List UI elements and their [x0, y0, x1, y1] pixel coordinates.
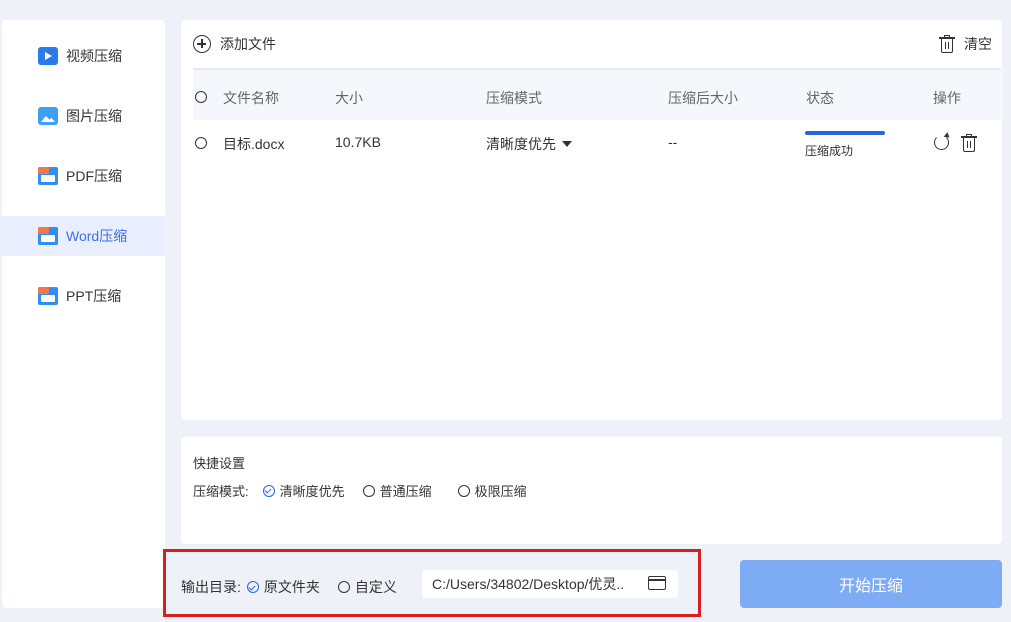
table-row: 目标.docx 10.7KB 清晰度优先 -- 压缩成功: [193, 120, 1001, 166]
sidebar-item-video[interactable]: 视频压缩: [2, 36, 165, 76]
video-icon: [38, 47, 58, 65]
compression-mode-options: 压缩模式: 清晰度优先 普通压缩 极限压缩: [193, 481, 545, 500]
compressed-size: --: [668, 134, 678, 150]
option-label: 原文件夹: [263, 579, 320, 595]
radio-icon: [457, 484, 470, 497]
output-path-value: C:/Users/34802/Desktop/优灵..: [432, 576, 625, 592]
ppt-icon: [38, 287, 58, 305]
sidebar-item-pdf[interactable]: PDF压缩: [2, 156, 165, 196]
delete-row-icon[interactable]: [961, 134, 977, 152]
sidebar-item-image[interactable]: 图片压缩: [2, 96, 165, 136]
radio-icon: [337, 581, 350, 593]
clear-button[interactable]: 清空: [939, 34, 992, 54]
sidebar-item-label: PDF压缩: [66, 168, 122, 184]
quick-settings-title: 快捷设置: [193, 456, 246, 471]
sidebar-item-label: PPT压缩: [66, 288, 122, 304]
pdf-icon: [38, 167, 58, 185]
option-label: 极限压缩: [474, 484, 527, 499]
sidebar-item-label: 图片压缩: [66, 108, 122, 124]
file-size: 10.7KB: [335, 134, 381, 150]
sidebar-item-word[interactable]: Word压缩: [2, 216, 165, 256]
table-header: 文件名称 大小 压缩模式 压缩后大小 状态 操作: [193, 68, 1001, 120]
radio-icon: [362, 484, 375, 497]
compression-mode-value: 清晰度优先: [486, 136, 556, 152]
row-select-radio[interactable]: [195, 137, 207, 149]
output-option-original-folder[interactable]: 原文件夹: [246, 577, 320, 597]
option-label: 自定义: [354, 579, 397, 595]
sidebar-item-label: Word压缩: [66, 228, 128, 244]
plus-circle-icon: [193, 35, 211, 53]
progress-bar: [805, 131, 885, 135]
radio-checked-icon: [246, 581, 259, 593]
add-file-button[interactable]: 添加文件: [193, 34, 276, 54]
select-all-radio[interactable]: [195, 91, 207, 103]
option-label: 清晰度优先: [279, 484, 345, 499]
trash-icon: [939, 35, 955, 53]
option-label: 普通压缩: [379, 484, 432, 499]
mode-option-clarity[interactable]: 清晰度优先: [262, 481, 345, 500]
compression-mode-dropdown[interactable]: 清晰度优先: [486, 134, 572, 154]
output-option-custom[interactable]: 自定义: [337, 577, 397, 597]
column-header-compressed-size: 压缩后大小: [668, 90, 738, 106]
column-header-mode: 压缩模式: [486, 90, 542, 106]
file-name: 目标.docx: [223, 136, 285, 152]
refresh-icon[interactable]: [934, 135, 949, 150]
file-toolbar: 添加文件 清空: [181, 20, 1002, 68]
image-icon: [38, 107, 58, 125]
output-directory-section: 输出目录: 原文件夹 自定义 C:/Users/34802/Desktop/优灵…: [163, 549, 701, 617]
add-file-label: 添加文件: [220, 36, 276, 52]
mode-option-normal[interactable]: 普通压缩: [362, 481, 432, 500]
output-options: 输出目录: 原文件夹 自定义: [181, 577, 415, 597]
folder-icon[interactable]: [647, 576, 666, 590]
sidebar-item-label: 视频压缩: [66, 48, 122, 64]
clear-label: 清空: [964, 36, 992, 52]
column-header-name: 文件名称: [223, 90, 279, 106]
column-header-size: 大小: [335, 90, 363, 106]
output-label: 输出目录:: [181, 579, 241, 595]
column-header-status: 状态: [806, 90, 834, 106]
mode-option-extreme[interactable]: 极限压缩: [457, 481, 527, 500]
column-header-actions: 操作: [933, 90, 961, 106]
radio-checked-icon: [262, 484, 275, 497]
start-compress-button[interactable]: 开始压缩: [740, 560, 1002, 608]
caret-down-icon: [562, 141, 572, 147]
file-list-panel: 添加文件 清空 文件名称 大小 压缩模式 压缩后大小 状态 操作 目标.docx…: [181, 20, 1002, 420]
sidebar: 视频压缩 图片压缩 PDF压缩 Word压缩 PPT压缩: [2, 20, 165, 608]
word-icon: [38, 227, 58, 245]
sidebar-item-ppt[interactable]: PPT压缩: [2, 276, 165, 316]
output-path-field[interactable]: C:/Users/34802/Desktop/优灵..: [422, 570, 678, 598]
quick-settings-panel: 快捷设置 压缩模式: 清晰度优先 普通压缩 极限压缩: [181, 437, 1002, 544]
status-text: 压缩成功: [805, 144, 854, 158]
compression-mode-label: 压缩模式:: [193, 484, 249, 499]
